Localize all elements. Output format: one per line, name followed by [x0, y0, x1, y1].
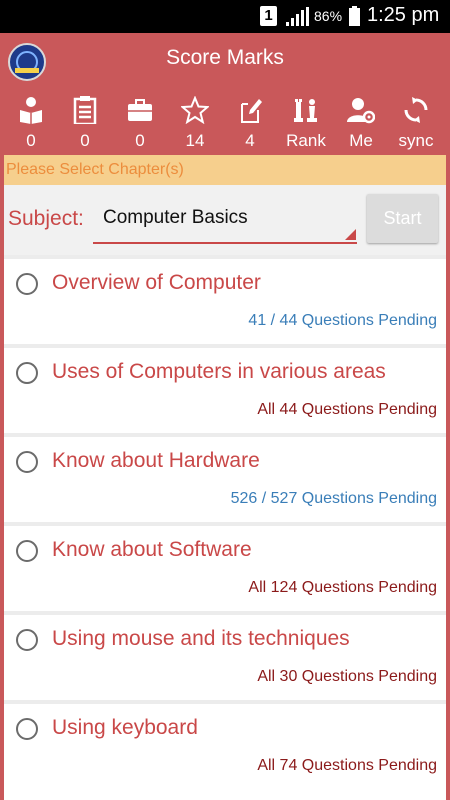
subject-row: Subject: Computer Basics Start — [4, 185, 446, 255]
signal-icon — [286, 7, 309, 26]
clipboard-icon — [73, 96, 97, 124]
battery-icon — [349, 6, 360, 26]
chapter-item[interactable]: Know about Hardware 526 / 527 Questions … — [4, 433, 446, 518]
status-bar: 1 86% 1:25 pm — [0, 0, 450, 33]
stat-value: Me — [349, 131, 373, 150]
battery-percent: 86% — [314, 8, 343, 24]
chapter-pending-count: All 74 Questions Pending — [257, 757, 437, 774]
stat-value: sync — [398, 131, 434, 150]
stat-value: Rank — [286, 131, 326, 150]
chapter-name: Using mouse and its techniques — [52, 627, 350, 650]
content-panel: Please Select Chapter(s) Subject: Comput… — [4, 155, 446, 800]
reader-icon — [20, 97, 42, 124]
chapter-radio[interactable] — [16, 273, 38, 295]
chapter-pending-count: 41 / 44 Questions Pending — [248, 312, 437, 329]
chapter-name: Uses of Computers in various areas — [52, 360, 386, 383]
sync-icon — [404, 97, 428, 123]
stat-value: 0 — [80, 131, 90, 150]
stat-star[interactable]: 14 — [167, 88, 223, 155]
stat-rank[interactable]: Rank — [278, 88, 334, 155]
start-button[interactable]: Start — [367, 194, 438, 243]
chapter-name: Know about Hardware — [52, 449, 260, 472]
briefcase-icon — [128, 99, 152, 121]
stat-reader[interactable]: 0 — [3, 88, 59, 155]
stat-me[interactable]: Me — [333, 88, 389, 155]
chapter-item[interactable]: Overview of Computer 41 / 44 Questions P… — [4, 255, 446, 340]
clock: 1:25 pm — [367, 4, 440, 26]
edit-note-icon — [241, 99, 262, 123]
stat-value: 0 — [26, 131, 36, 150]
chapter-radio[interactable] — [16, 362, 38, 384]
star-icon — [181, 96, 209, 124]
chapter-name: Using keyboard — [52, 716, 198, 739]
chapter-name: Overview of Computer — [52, 271, 261, 294]
chapter-radio[interactable] — [16, 629, 38, 651]
stat-value: 4 — [245, 131, 255, 150]
chapter-pending-count: All 44 Questions Pending — [257, 401, 437, 418]
chapter-pending-count: All 124 Questions Pending — [248, 579, 437, 596]
stat-value: 0 — [135, 131, 145, 150]
page-title: Score Marks — [166, 46, 284, 69]
chapter-name: Know about Software — [52, 538, 252, 561]
stat-clipboard[interactable]: 0 — [57, 88, 113, 155]
chapter-pending-count: 526 / 527 Questions Pending — [230, 490, 437, 507]
sim-icon: 1 — [260, 6, 277, 26]
stat-value: 14 — [185, 131, 205, 150]
dropdown-triangle-icon — [345, 229, 356, 240]
chapter-item[interactable]: Know about Software All 124 Questions Pe… — [4, 522, 446, 607]
chess-pieces-icon — [294, 99, 317, 122]
stat-sync[interactable]: sync — [388, 88, 444, 155]
subject-dropdown[interactable]: Computer Basics — [93, 197, 357, 244]
chapter-radio[interactable] — [16, 540, 38, 562]
app-bar: Score Marks — [0, 33, 450, 88]
stats-bar: 0 0 0 14 4 Rank Me sync — [0, 88, 450, 155]
chapter-pending-count: All 30 Questions Pending — [257, 668, 437, 685]
subject-label: Subject: — [8, 207, 84, 230]
stat-briefcase[interactable]: 0 — [112, 88, 168, 155]
chapter-item[interactable]: Using mouse and its techniques All 30 Qu… — [4, 611, 446, 696]
chapter-item[interactable]: Using keyboard All 74 Questions Pending — [4, 700, 446, 785]
stat-edit[interactable]: 4 — [222, 88, 278, 155]
chapter-radio[interactable] — [16, 451, 38, 473]
user-settings-icon — [347, 98, 375, 124]
select-chapter-notice: Please Select Chapter(s) — [4, 155, 446, 185]
chapter-radio[interactable] — [16, 718, 38, 740]
subject-selected-value: Computer Basics — [103, 207, 248, 228]
chapter-item[interactable]: Uses of Computers in various areas All 4… — [4, 344, 446, 429]
